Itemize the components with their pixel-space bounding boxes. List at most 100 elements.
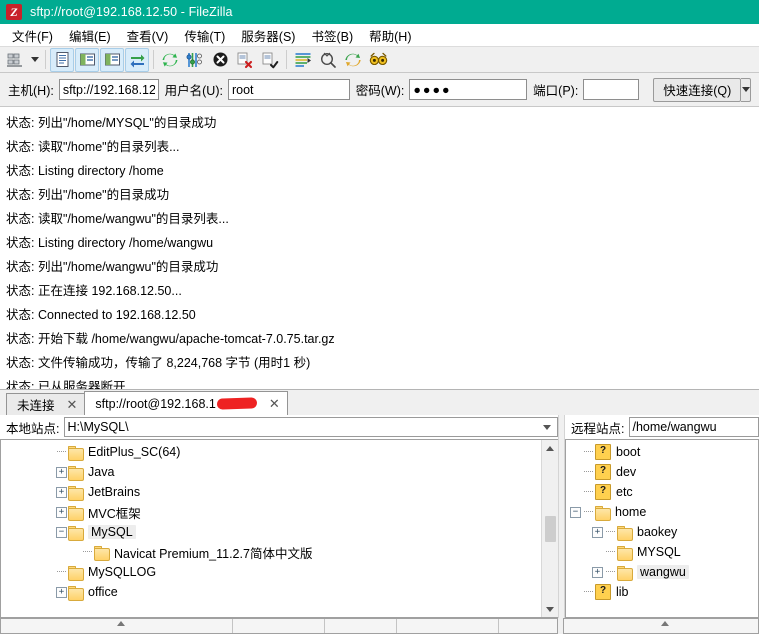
refresh-icon[interactable] (158, 48, 182, 72)
filezilla-window: Z sftp://root@192.168.12.50 - FileZilla … (0, 0, 759, 634)
tree-item-label: baokey (637, 525, 678, 539)
pane-splitter[interactable] (558, 415, 565, 618)
log-text: 文件传输成功，传输了 8,224,768 字节 (用时1 秒) (37, 356, 311, 370)
local-tree-scrollbar[interactable] (541, 440, 558, 617)
collapse-toggle[interactable]: − (55, 522, 68, 542)
expand-toggle[interactable]: + (591, 522, 604, 542)
tree-item[interactable]: Navicat Premium_11.2.7简体中文版 (1, 542, 541, 562)
tree-item[interactable]: + Java (1, 462, 541, 482)
disconnect-icon[interactable] (233, 48, 257, 72)
tree-item-label: office (88, 585, 118, 599)
local-column-lastmodified[interactable] (397, 619, 499, 633)
username-input[interactable] (227, 79, 350, 100)
toggle-remote-tree-icon[interactable] (100, 47, 124, 72)
expand-toggle[interactable]: + (55, 502, 68, 522)
log-prefix: 状态: (6, 140, 35, 154)
tab-sftp-session[interactable]: sftp://root@192.168.1 ✕ (84, 391, 288, 415)
reconnect-icon[interactable] (258, 48, 282, 72)
log-entry: 状态: Listing directory /home (4, 159, 759, 183)
toggle-local-tree-icon[interactable] (75, 47, 99, 72)
local-directory-tree[interactable]: EditPlus_SC(64) + Java + JetBrains + MVC… (1, 440, 541, 617)
local-path-field[interactable]: H:\MySQL\ (64, 417, 558, 437)
folder-icon (68, 525, 84, 541)
local-site-label: 本地站点: (6, 421, 60, 436)
tree-item[interactable]: + office (1, 582, 541, 602)
password-input[interactable] (409, 79, 528, 100)
local-column-filetype[interactable] (325, 619, 397, 633)
tree-item[interactable]: ? lib (566, 582, 758, 602)
menu-help[interactable]: 帮助(H) (361, 24, 419, 47)
log-entry: 状态: 开始下载 /home/wangwu/apache-tomcat-7.0.… (4, 327, 759, 351)
local-pane: 本地站点: H:\MySQL\ EditPlus_SC(64) + Java +… (0, 415, 558, 618)
tree-item[interactable]: EditPlus_SC(64) (1, 442, 541, 462)
close-icon[interactable]: ✕ (65, 398, 80, 411)
message-log[interactable]: 状态: 列出"/home/MYSQL"的目录成功 状态: 读取"/home"的目… (0, 107, 759, 389)
local-column-filesize[interactable] (233, 619, 325, 633)
port-input[interactable] (583, 79, 640, 100)
tree-item[interactable]: + wangwu (566, 562, 758, 582)
menu-edit[interactable]: 编辑(E) (61, 24, 119, 47)
tree-item[interactable]: ? etc (566, 482, 758, 502)
search-remote-files-icon[interactable] (366, 48, 390, 72)
toolbar-separator (153, 50, 154, 69)
expand-toggle[interactable]: + (591, 562, 604, 582)
tree-item[interactable]: ? dev (566, 462, 758, 482)
expand-toggle[interactable]: + (55, 582, 68, 602)
synchronized-browsing-icon[interactable] (341, 48, 365, 72)
compare-directories-icon[interactable] (316, 48, 340, 72)
tree-item[interactable]: + JetBrains (1, 482, 541, 502)
close-icon[interactable]: ✕ (267, 397, 282, 410)
tree-item-label: wangwu (637, 565, 689, 579)
site-manager-icon[interactable] (3, 48, 27, 72)
site-manager-dropdown-icon[interactable] (28, 49, 41, 71)
tree-item[interactable]: − MySQL (1, 522, 541, 542)
menu-bookmarks[interactable]: 书签(B) (303, 24, 361, 47)
menu-server[interactable]: 服务器(S) (233, 24, 303, 47)
toggle-transfer-queue-icon[interactable] (125, 47, 149, 72)
local-column-filename[interactable] (1, 619, 233, 633)
folder-icon (68, 465, 84, 481)
quickconnect-button[interactable]: 快速连接(Q) (653, 77, 742, 102)
expand-toggle[interactable]: + (55, 482, 68, 502)
tree-item[interactable]: − home (566, 502, 758, 522)
tab-not-connected[interactable]: 未连接 ✕ (6, 393, 86, 415)
remote-directory-tree[interactable]: ? boot ? dev ? etc − home + baokey MYSQL… (566, 440, 758, 617)
menu-file[interactable]: 文件(F) (4, 24, 61, 47)
chevron-up-icon[interactable] (542, 440, 558, 456)
folder-icon (94, 545, 110, 561)
tree-item[interactable]: + baokey (566, 522, 758, 542)
local-tree-box: EditPlus_SC(64) + Java + JetBrains + MVC… (0, 439, 558, 618)
process-queue-icon[interactable] (183, 48, 207, 72)
tree-item[interactable]: MySQLLOG (1, 562, 541, 582)
menu-transfer[interactable]: 传输(T) (176, 24, 233, 47)
tree-item-label: home (615, 505, 647, 519)
tree-item[interactable]: MYSQL (566, 542, 758, 562)
quickconnect-history-dropdown[interactable] (741, 77, 751, 102)
scrollbar-thumb[interactable] (544, 515, 556, 542)
tree-item[interactable]: ? boot (566, 442, 758, 462)
toggle-message-log-icon[interactable] (50, 47, 74, 72)
chevron-down-icon[interactable] (542, 601, 558, 617)
collapse-toggle[interactable]: − (569, 502, 582, 522)
scrollbar-track[interactable] (542, 456, 558, 601)
remote-column-filename[interactable] (564, 619, 758, 633)
menu-view[interactable]: 查看(V) (119, 24, 177, 47)
cancel-icon[interactable] (208, 48, 232, 72)
local-column-headers (0, 618, 558, 634)
chevron-down-icon[interactable] (539, 418, 555, 436)
tree-item-label: MySQLLOG (88, 565, 157, 579)
local-column-extra[interactable] (499, 619, 557, 633)
expand-toggle[interactable]: + (55, 462, 68, 482)
log-entry: 状态: 列出"/home/wangwu"的目录成功 (4, 255, 759, 279)
folder-icon (68, 585, 84, 601)
remote-path-field[interactable]: /home/wangwu (629, 417, 759, 437)
quickconnect-bar: 主机(H): 用户名(U): 密码(W): 端口(P): 快速连接(Q) (0, 73, 759, 107)
host-input[interactable] (58, 79, 159, 100)
log-prefix: 状态: (6, 260, 35, 274)
log-text: 列出"/home/MYSQL"的目录成功 (37, 116, 217, 130)
filter-icon[interactable] (291, 48, 315, 72)
tree-item[interactable]: + MVC框架 (1, 502, 541, 522)
title-bar: Z sftp://root@192.168.12.50 - FileZilla (0, 0, 759, 24)
column-header-row (0, 618, 759, 634)
folder-icon (617, 545, 633, 561)
